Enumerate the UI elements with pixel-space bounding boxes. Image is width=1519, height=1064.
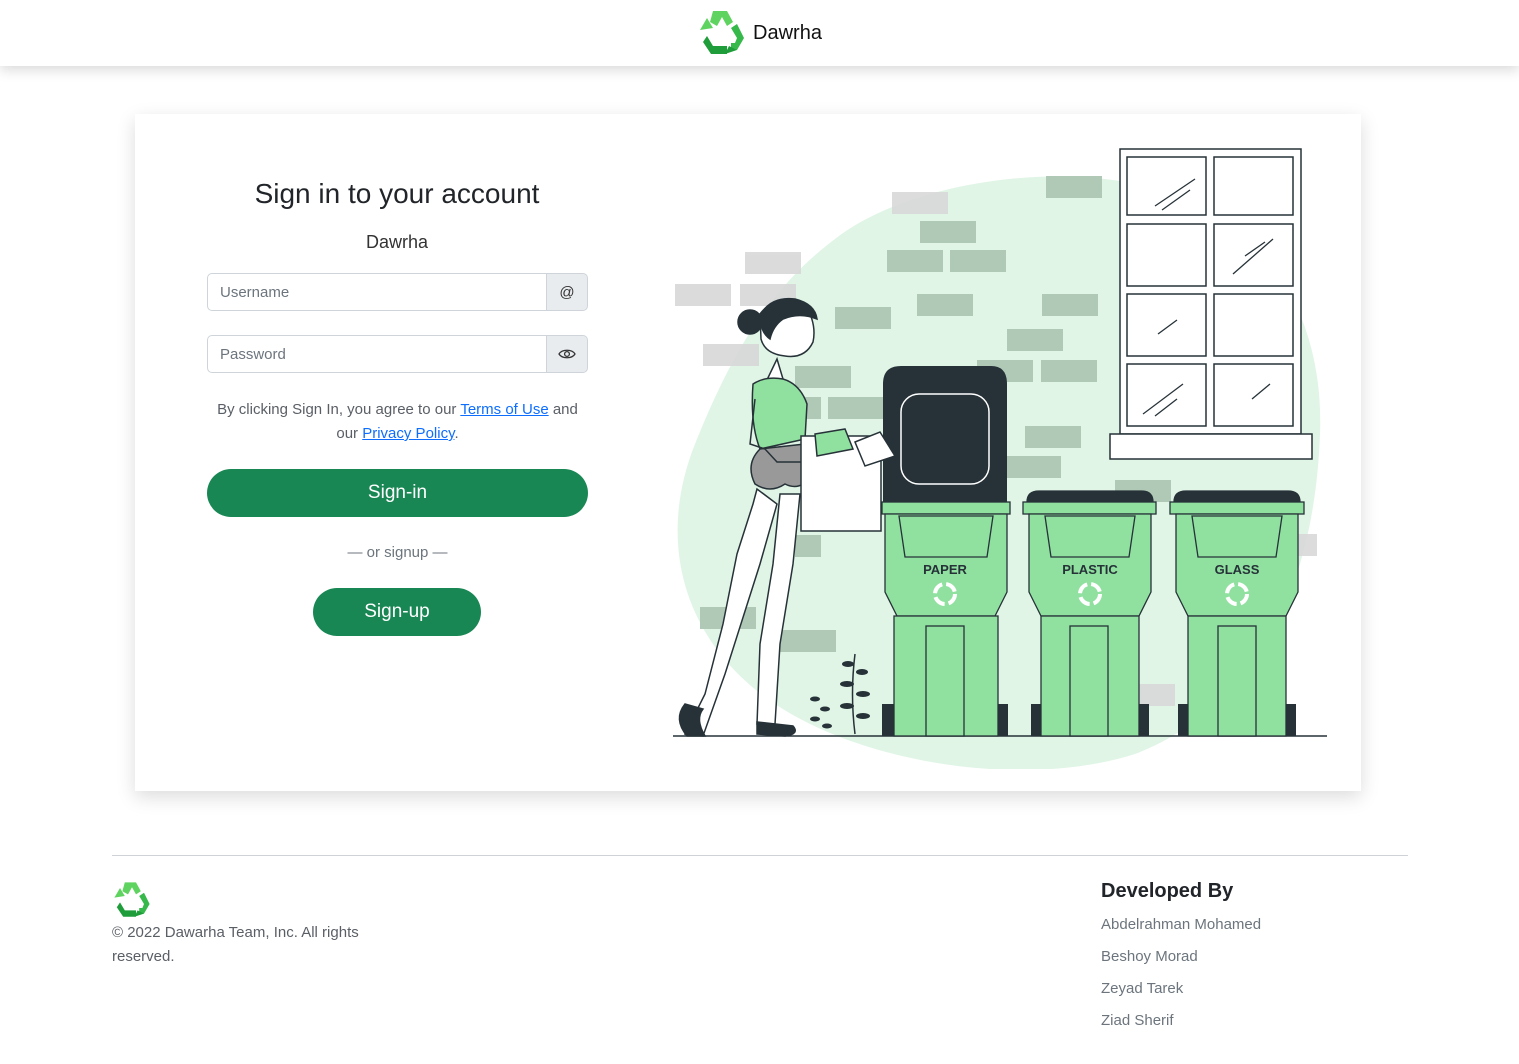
sign-in-button[interactable]: Sign-in (207, 469, 588, 517)
page-title: Sign in to your account (254, 178, 540, 209)
at-sign-addon: @ (547, 273, 588, 311)
username-group: @ (207, 273, 588, 311)
brand-link[interactable]: Dawrha (697, 8, 822, 58)
recycle-icon (114, 882, 150, 917)
toggle-password-button[interactable] (547, 335, 588, 373)
eye-icon (558, 349, 576, 359)
brand-name: Dawrha (753, 21, 822, 44)
navbar: Dawrha (0, 0, 1519, 66)
developer-name: Abdelrahman Mohamed (1101, 916, 1262, 933)
bin-label-plastic: PLASTIC (1062, 562, 1118, 577)
bin-label-paper: PAPER (923, 562, 967, 577)
footer-divider (112, 855, 1408, 856)
login-subtitle: Dawrha (365, 232, 429, 252)
developer-name: Ziad Sherif (1101, 1012, 1174, 1029)
or-signup-divider: — or signup — (347, 544, 448, 561)
sign-up-button[interactable]: Sign-up (313, 588, 481, 636)
developer-name: Zeyad Tarek (1101, 980, 1184, 997)
password-input[interactable] (207, 335, 547, 373)
privacy-policy-link[interactable]: Privacy Policy (362, 425, 454, 442)
developed-by-title: Developed By (1101, 880, 1234, 902)
password-group (207, 335, 588, 373)
recycling-illustration: PAPER PLASTIC GLASS (673, 148, 1327, 769)
developer-name: Beshoy Morad (1101, 948, 1198, 965)
bin-label-glass: GLASS (1215, 562, 1260, 577)
terms-of-use-link[interactable]: Terms of Use (460, 401, 548, 418)
login-card: Sign in to your account Dawrha @ By clic… (135, 114, 1361, 791)
developer-list: Abdelrahman Mohamed Beshoy Morad Zeyad T… (1101, 913, 1261, 1041)
terms-text: By clicking Sign In, you agree to our Te… (207, 398, 588, 446)
terms-prefix: By clicking Sign In, you agree to our (217, 401, 457, 418)
copyright-text: © 2022 Dawarha Team, Inc. All rights res… (112, 924, 359, 965)
username-input[interactable] (207, 273, 547, 311)
terms-suffix: . (454, 425, 459, 442)
recycle-icon (700, 11, 745, 54)
